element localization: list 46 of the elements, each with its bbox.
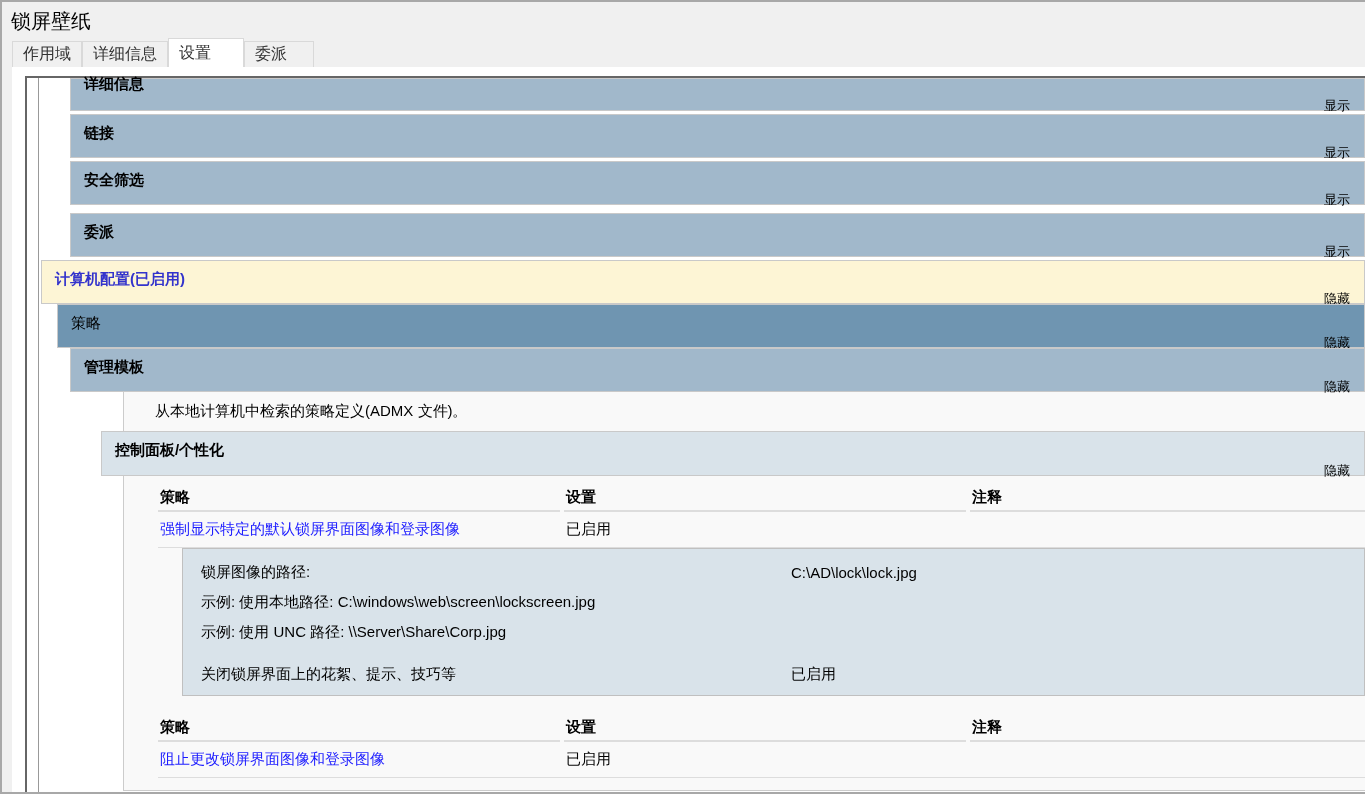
setting-value: C:\AD\lock\lock.jpg: [791, 563, 918, 581]
section-header[interactable]: 策略 隐藏: [57, 304, 1365, 348]
section-title: 链接: [84, 124, 114, 143]
column-header: 策略: [158, 718, 560, 742]
section-title: 详细信息: [84, 75, 144, 94]
section-title: 计算机配置(已启用): [55, 270, 185, 289]
setting-label: 关闭锁屏界面上的花絮、提示、技巧等: [201, 664, 457, 684]
section-header[interactable]: 安全筛选 显示: [70, 161, 1365, 205]
toggle-link[interactable]: 显示: [1324, 192, 1350, 207]
toggle-link[interactable]: 隐藏: [1324, 291, 1350, 306]
section-title: 策略: [71, 314, 101, 333]
section-header[interactable]: 详细信息 显示: [70, 78, 1365, 111]
setting-value: 已启用: [791, 664, 837, 684]
section-title: 管理模板: [84, 358, 144, 377]
section-header[interactable]: 链接 显示: [70, 114, 1365, 158]
toggle-link[interactable]: 显示: [1324, 244, 1350, 259]
policy-link[interactable]: 阻止更改锁屏界面图像和登录图像: [160, 750, 566, 769]
window-title: 锁屏壁纸: [10, 9, 92, 34]
section-header[interactable]: 管理模板 隐藏: [70, 348, 1365, 392]
column-header: 注释: [970, 488, 1365, 512]
section-title: 委派: [84, 223, 114, 242]
column-header: 注释: [970, 718, 1365, 742]
section-title: 控制面板/个性化: [115, 441, 225, 460]
toggle-link[interactable]: 显示: [1324, 145, 1350, 160]
toggle-link[interactable]: 隐藏: [1324, 335, 1350, 350]
table-cell-text: 已启用: [566, 750, 612, 769]
setting-label: 示例: 使用 UNC 路径: \\Server\Share\Corp.jpg: [201, 622, 508, 642]
column-header: 设置: [564, 718, 966, 742]
section-header[interactable]: 委派 显示: [70, 213, 1365, 257]
tab[interactable]: 作用域: [12, 41, 82, 67]
tab[interactable]: 委派: [244, 41, 314, 67]
column-header: 策略: [158, 488, 560, 512]
section-header[interactable]: 计算机配置(已启用) 隐藏: [41, 260, 1365, 304]
toggle-link[interactable]: 隐藏: [1324, 379, 1350, 394]
column-header: 设置: [564, 488, 966, 512]
tab[interactable]: 设置: [168, 38, 244, 67]
section-title: 安全筛选: [84, 171, 144, 190]
policy-link[interactable]: 强制显示特定的默认锁屏界面图像和登录图像: [160, 520, 566, 539]
setting-label: 示例: 使用本地路径: C:\windows\web\screen\lockscreen.jpg: [201, 592, 597, 612]
setting-label: 锁屏图像的路径:: [201, 562, 312, 582]
description-text: 从本地计算机中检索的策略定义(ADMX 文件)。: [155, 402, 468, 421]
section-header[interactable]: 控制面板/个性化 隐藏: [101, 431, 1365, 476]
table-cell-text: 已启用: [566, 520, 612, 539]
toggle-link[interactable]: 显示: [1324, 98, 1350, 113]
toggle-link[interactable]: 隐藏: [1324, 463, 1350, 478]
tab[interactable]: 详细信息: [82, 41, 168, 67]
